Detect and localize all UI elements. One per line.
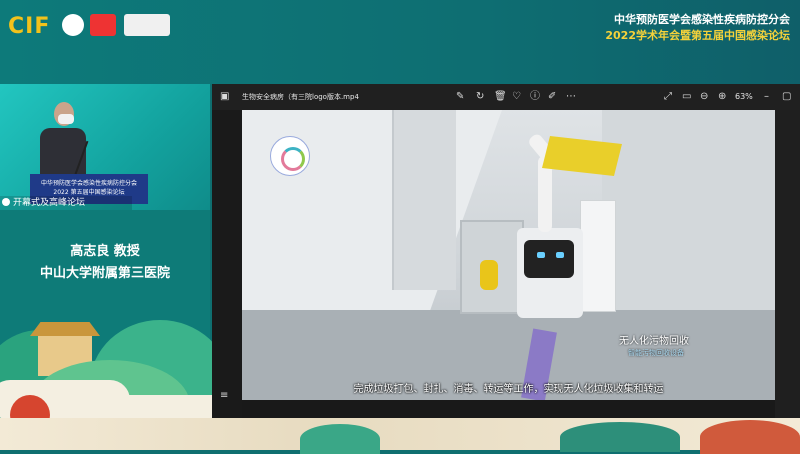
podium-line-1: 中华预防医学会感染性疾病防控分会 (40, 180, 137, 187)
association-logo-icon (62, 14, 84, 36)
zoom-level: 63% (735, 92, 753, 101)
expand-icon[interactable]: ⤢ (664, 91, 672, 103)
zoom-in-icon[interactable]: ⊕ (718, 91, 726, 103)
viewer-toolbar: ▣ 生物安全病房（有三院logo版本.mp4 ✎ ↻ 🗑 ♡ ⓘ ✐ ⋯ ⤢ ▭… (212, 84, 800, 110)
robot-screen (524, 240, 574, 278)
file-title: 生物安全病房（有三院logo版本.mp4 (242, 93, 359, 101)
hospital-logo-icon (270, 136, 310, 176)
speaker-name: 高志良 教授 (70, 244, 140, 259)
decor-mountain (560, 422, 680, 452)
video-frame[interactable]: 无人化污物回收 智能污物回收设备 完成垃圾打包、封扎、消毒、转运等工作，实现无人… (242, 110, 775, 400)
robot-eye (556, 252, 564, 258)
video-overlay-title: 无人化污物回收 (619, 336, 689, 347)
org-line-2: 2022学术年会暨第五届中国感染论坛 (605, 29, 790, 42)
edit-icon[interactable]: ✐ (548, 91, 556, 103)
cif-logo: CIF (8, 14, 51, 39)
rotate-icon[interactable]: ↻ (476, 91, 484, 103)
delete-icon[interactable]: 🗑 (494, 91, 507, 103)
session-label: 开幕式及高峰论坛 (0, 196, 132, 210)
org-line-1: 中华预防医学会感染性疾病防控分会 (614, 13, 790, 26)
more-icon[interactable]: ⋯ (566, 91, 576, 103)
maximize-icon[interactable]: ▢ (782, 91, 791, 103)
heart-icon[interactable]: ♡ (512, 91, 521, 103)
viewer-left-strip: ≡ (212, 110, 242, 418)
speaker-affiliation: 中山大学附属第三医院 (39, 266, 170, 281)
video-subtitle: 完成垃圾打包、封扎、消毒、转运等工作，实现无人化垃圾收集和转运 (353, 384, 664, 395)
player-bar (242, 400, 775, 418)
video-overlay-subtitle: 智能污物回收设备 (628, 349, 684, 357)
robot-eye (537, 252, 545, 258)
fit-icon[interactable]: ▭ (682, 91, 691, 103)
decor-mountain (700, 420, 800, 454)
organization-title: 中华预防医学会感染性疾病防控分会 2022学术年会暨第五届中国感染论坛 (605, 12, 790, 44)
bottom-decoration (0, 418, 800, 450)
zoom-out-icon[interactable]: ⊖ (700, 91, 708, 103)
session-label-text: 开幕式及高峰论坛 (13, 198, 86, 208)
media-viewer-window: ▣ 生物安全病房（有三院logo版本.mp4 ✎ ↻ 🗑 ♡ ⓘ ✐ ⋯ ⤢ ▭… (212, 84, 800, 418)
robot-cart (580, 200, 616, 312)
top-banner: CIF 中华预防医学会感染性疾病防控分会 2022学术年会暨第五届中国感染论坛 (0, 0, 800, 84)
waste-bag (480, 260, 498, 290)
minimize-icon[interactable]: – (764, 91, 769, 103)
info-icon[interactable]: ⓘ (530, 91, 540, 103)
pen-icon[interactable]: ✎ (456, 91, 464, 103)
speaker-video: 中华预防医学会感染性疾病防控分会 2022 第五届中国感染论坛 (0, 84, 210, 210)
live-dot-icon (2, 198, 10, 206)
partner-logo-icon (90, 14, 116, 36)
gallery-icon[interactable]: ▣ (220, 91, 229, 103)
sponsor-logo-icon (124, 14, 170, 36)
menu-icon[interactable]: ≡ (220, 390, 228, 402)
